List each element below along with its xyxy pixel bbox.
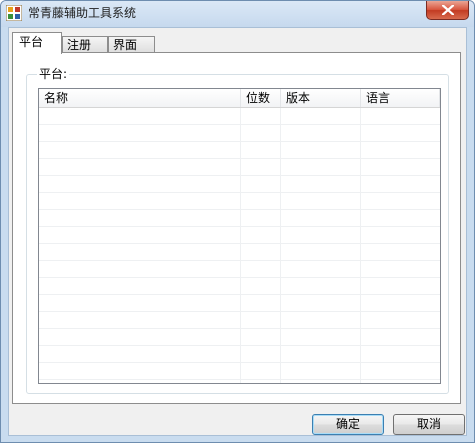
- close-icon: [442, 5, 454, 15]
- list-header: 名称 位数 版本 语言: [39, 89, 440, 108]
- window-title: 常青藤辅助工具系统: [28, 6, 137, 20]
- grid-app-icon: [6, 5, 22, 21]
- title-bar[interactable]: 常青藤辅助工具系统: [1, 1, 474, 27]
- ok-button[interactable]: 确定: [312, 414, 384, 435]
- platform-group-label: 平台:: [37, 66, 70, 82]
- column-header-version[interactable]: 版本: [281, 89, 361, 107]
- column-header-language[interactable]: 语言: [361, 89, 440, 107]
- column-divider: [360, 108, 361, 383]
- platform-list[interactable]: 名称 位数 版本 语言: [38, 88, 441, 384]
- dialog-client-area: 平台 注册 界面 平台: 名称 位数 版本 语言 确定 取消: [8, 27, 467, 436]
- column-header-name[interactable]: 名称: [39, 89, 241, 107]
- close-button[interactable]: [426, 1, 469, 20]
- tab-platform[interactable]: 平台: [12, 32, 62, 54]
- tab-label: 平台: [19, 35, 44, 49]
- column-divider: [240, 108, 241, 383]
- tab-label: 界面: [113, 38, 138, 52]
- platform-group: 平台: 名称 位数 版本 语言: [26, 66, 449, 394]
- tab-panel-platform: 平台: 名称 位数 版本 语言: [12, 52, 461, 404]
- list-body[interactable]: [39, 108, 440, 383]
- tab-label: 注册: [67, 38, 92, 52]
- column-header-bits[interactable]: 位数: [241, 89, 281, 107]
- app-window: 常青藤辅助工具系统 平台 注册 界面 平台: 名称 位数 版本 语言 确定 取消: [0, 0, 475, 443]
- cancel-button[interactable]: 取消: [393, 414, 465, 435]
- column-divider: [280, 108, 281, 383]
